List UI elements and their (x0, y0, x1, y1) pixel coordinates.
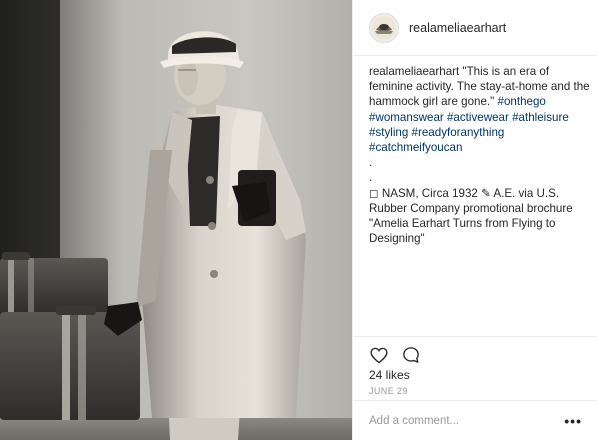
comment-button[interactable] (401, 345, 421, 365)
post-actions-section: 24 likes JUNE 29 (353, 336, 597, 400)
photo-image (0, 0, 352, 440)
post-header: realameliaearhart (353, 0, 597, 56)
hashtag-activewear[interactable]: #activewear (447, 111, 509, 124)
hashtag-womanswear[interactable]: #womanswear (369, 111, 444, 124)
comment-bubble-icon (403, 347, 419, 363)
post-photo[interactable] (0, 0, 352, 440)
heart-icon (370, 347, 388, 363)
action-bar (369, 345, 421, 365)
hashtag-readyforanything[interactable]: #readyforanything (412, 126, 505, 139)
comment-input[interactable] (369, 414, 565, 427)
hashtag-onthego[interactable]: #onthego (498, 95, 546, 108)
hashtag-athleisure[interactable]: #athleisure (512, 111, 569, 124)
post-date: JUNE 29 (369, 386, 408, 396)
post-caption: realameliaearhart "This is an era of fem… (369, 64, 591, 246)
likes-count[interactable]: 24 likes (369, 368, 410, 382)
caption-dot-line: . (369, 171, 373, 185)
caption-credit: ◻ NASM, Circa 1932 ✎ A.E. via U.S. Rubbe… (369, 186, 573, 246)
post-sidebar: realameliaearhart realameliaearhart "Thi… (352, 0, 597, 440)
caption-username[interactable]: realameliaearhart (369, 65, 459, 78)
comment-form: ••• (353, 400, 597, 440)
caption-body: realameliaearhart "This is an era of fem… (369, 64, 591, 155)
more-options-icon[interactable]: ••• (564, 414, 582, 428)
hashtag-catchmeifyoucan[interactable]: #catchmeifyoucan (369, 141, 462, 154)
caption-dot-line: . (369, 156, 373, 170)
avatar-icon (372, 15, 396, 40)
hashtag-styling[interactable]: #styling (369, 126, 408, 139)
like-button[interactable] (369, 345, 389, 365)
header-username[interactable]: realameliaearhart (409, 21, 506, 35)
profile-avatar[interactable] (369, 12, 399, 43)
